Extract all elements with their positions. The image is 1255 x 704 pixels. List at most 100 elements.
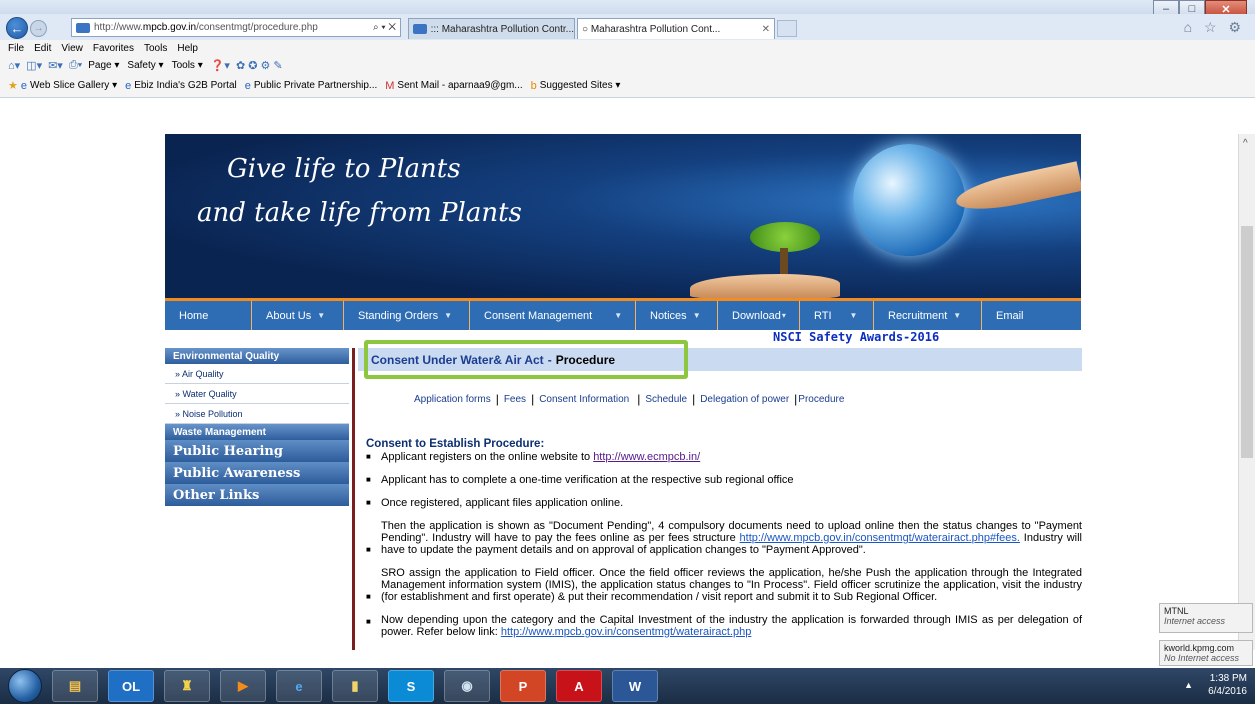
fav-web-slice-gallery[interactable]: Web Slice Gallery ▾ — [30, 80, 117, 91]
nav-rti[interactable]: RTI ▼ — [800, 301, 874, 330]
waterairact-link[interactable]: http://www.mpcb.gov.in/consentmgt/watera… — [501, 626, 751, 638]
feeds-icon[interactable]: ◫▾ — [26, 59, 42, 72]
app-icon[interactable]: ♜ — [164, 670, 210, 702]
sidebar-item-public-awareness[interactable]: Public Awareness — [165, 462, 349, 484]
site-banner: Give life to Plants and take life from P… — [165, 134, 1081, 302]
globe-image — [853, 144, 965, 256]
tray-expand-icon[interactable]: ▲ — [1184, 680, 1193, 690]
home-icon[interactable]: ⌂▾ — [8, 59, 20, 72]
address-bar[interactable]: http://www. mpcb.gov.in/consentmgt/proced… — [71, 18, 401, 37]
sidebar-item-water-quality[interactable]: » Water Quality — [165, 384, 349, 404]
scroll-up-icon[interactable]: ^ — [1243, 138, 1248, 149]
safety-menu[interactable]: Safety ▾ — [127, 60, 163, 71]
loading-icon: ○ — [582, 23, 591, 35]
ie-icon: e — [20, 79, 27, 92]
link-application-forms[interactable]: Application forms — [414, 394, 491, 405]
nav-download[interactable]: Download ▾ — [718, 301, 800, 330]
link-procedure[interactable]: Procedure — [798, 394, 844, 405]
tab-close-icon[interactable]: ✕ — [762, 24, 774, 35]
menu-tools[interactable]: Tools — [144, 43, 167, 54]
window-titlebar: – □ ✕ — [0, 0, 1255, 18]
sidebar-item-air-quality[interactable]: » Air Quality — [165, 364, 349, 384]
file-explorer-icon[interactable]: ▤ — [52, 670, 98, 702]
nav-about-us[interactable]: About Us ▼ — [252, 301, 344, 330]
help-icon[interactable]: ❓▾ — [211, 59, 230, 72]
menu-file[interactable]: File — [8, 43, 24, 54]
chrome-icon[interactable]: ◉ — [444, 670, 490, 702]
nav-recruitment[interactable]: Recruitment ▼ — [874, 301, 982, 330]
link-delegation-of-power[interactable]: Delegation of power — [700, 394, 789, 405]
fav-sent-mail[interactable]: Sent Mail - aparnaa9@gm... — [397, 80, 522, 91]
internet-explorer-icon[interactable]: e — [276, 670, 322, 702]
tab-label: ::: Maharashtra Pollution Contr... — [430, 23, 574, 35]
tab-favicon-icon — [413, 24, 427, 34]
network-status: Internet access — [1164, 616, 1226, 626]
nav-email[interactable]: Email — [982, 301, 1036, 330]
favorites-bar: ★ e Web Slice Gallery ▾ e Ebiz India's G… — [8, 79, 628, 93]
nav-standing-orders[interactable]: Standing Orders ▼ — [344, 301, 470, 330]
menu-favorites[interactable]: Favorites — [93, 43, 134, 54]
taskbar: ▤ OL ♜ ▶ e ▮ S ◉ P A W ▲ 1:38 PM 6/4/201… — [0, 668, 1255, 704]
addon-icons[interactable]: ✿ ✪ ⚙ ✎ — [236, 59, 283, 72]
system-clock[interactable]: 1:38 PM 6/4/2016 — [1208, 672, 1247, 698]
address-tools-icon[interactable]: ⌕ ▾ ✕ — [373, 22, 400, 33]
fav-ppp[interactable]: Public Private Partnership... — [254, 80, 377, 91]
skype-icon[interactable]: S — [388, 670, 434, 702]
sidebar-head-env-quality[interactable]: Environmental Quality — [165, 348, 349, 364]
content-divider — [352, 348, 355, 650]
bing-icon: b — [530, 79, 537, 92]
back-button[interactable]: ← — [6, 17, 28, 39]
list-item: ■ Applicant has to complete a one-time ve… — [366, 474, 794, 486]
sidebar-item-other-links[interactable]: Other Links — [165, 484, 349, 506]
acrobat-icon[interactable]: A — [556, 670, 602, 702]
menu-edit[interactable]: Edit — [34, 43, 51, 54]
link-fees[interactable]: Fees — [504, 394, 526, 405]
link-schedule[interactable]: Schedule — [645, 394, 687, 405]
nav-notices[interactable]: Notices ▼ — [636, 301, 718, 330]
sidebar-item-noise-pollution[interactable]: » Noise Pollution — [165, 404, 349, 424]
procedure-content: Consent to Establish Procedure: ■ Applica… — [366, 438, 1082, 638]
mail-icon[interactable]: ✉▾ — [48, 59, 63, 72]
site-favicon-icon — [76, 22, 90, 33]
menu-help[interactable]: Help — [177, 43, 198, 54]
new-tab-button[interactable] — [777, 20, 797, 37]
print-icon[interactable]: ⎙▾ — [69, 59, 82, 72]
sidebar-item-public-hearing[interactable]: Public Hearing — [165, 440, 349, 462]
chevron-down-icon: ▼ — [692, 311, 701, 320]
home-favorites-settings-icons[interactable]: ⌂ ☆ ⚙ — [1184, 19, 1245, 36]
media-icon[interactable]: ▶ — [220, 670, 266, 702]
forward-button[interactable]: → — [30, 20, 47, 37]
tab-label: Maharashtra Pollution Cont... — [590, 23, 721, 35]
gmail-icon: M — [385, 79, 395, 92]
tab-maharashtra-1[interactable]: ::: Maharashtra Pollution Contr... — [408, 18, 575, 39]
nav-home[interactable]: Home — [165, 301, 252, 330]
fav-ebiz-india[interactable]: Ebiz India's G2B Portal — [134, 80, 237, 91]
chevron-down-icon: ▼ — [849, 311, 858, 320]
url-domain: mpcb.gov.in — [142, 22, 197, 33]
link-consent-information[interactable]: Consent Information — [539, 394, 629, 405]
tools-menu[interactable]: Tools ▾ — [172, 60, 203, 71]
scroll-thumb[interactable] — [1241, 226, 1253, 458]
outlook-icon[interactable]: OL — [108, 670, 154, 702]
folder-icon[interactable]: ▮ — [332, 670, 378, 702]
list-item: ■ Then the application is shown as "Docum… — [366, 520, 1082, 556]
fav-suggested-sites[interactable]: Suggested Sites ▾ — [540, 80, 621, 91]
main-nav: Home About Us ▼ Standing Orders ▼ Consent … — [165, 298, 1081, 330]
network-name: MTNL — [1164, 606, 1189, 616]
fees-link[interactable]: http://www.mpcb.gov.in/consentmgt/watera… — [740, 532, 1020, 544]
tree-image — [740, 222, 830, 282]
favorites-star-icon[interactable]: ★ — [8, 79, 18, 92]
vertical-scrollbar[interactable]: ^ — [1238, 134, 1255, 650]
menu-view[interactable]: View — [61, 43, 83, 54]
page-menu[interactable]: Page ▾ — [88, 60, 119, 71]
ecmpcb-link[interactable]: http://www.ecmpcb.in/ — [593, 451, 700, 463]
powerpoint-icon[interactable]: P — [500, 670, 546, 702]
sidebar-head-waste-management[interactable]: Waste Management — [165, 424, 349, 440]
start-button[interactable] — [8, 669, 42, 703]
word-icon[interactable]: W — [612, 670, 658, 702]
nsci-awards-link[interactable]: NSCI Safety Awards-2016 — [773, 330, 939, 344]
nav-consent-management[interactable]: Consent Management ▼ — [470, 301, 636, 330]
address-row: ← → http://www. mpcb.gov.in/consentmgt/pr… — [0, 14, 1255, 40]
tab-maharashtra-2[interactable]: ○ Maharashtra Pollution Cont... ✕ — [577, 18, 775, 39]
banner-tagline-2: and take life from Plants — [197, 198, 522, 228]
